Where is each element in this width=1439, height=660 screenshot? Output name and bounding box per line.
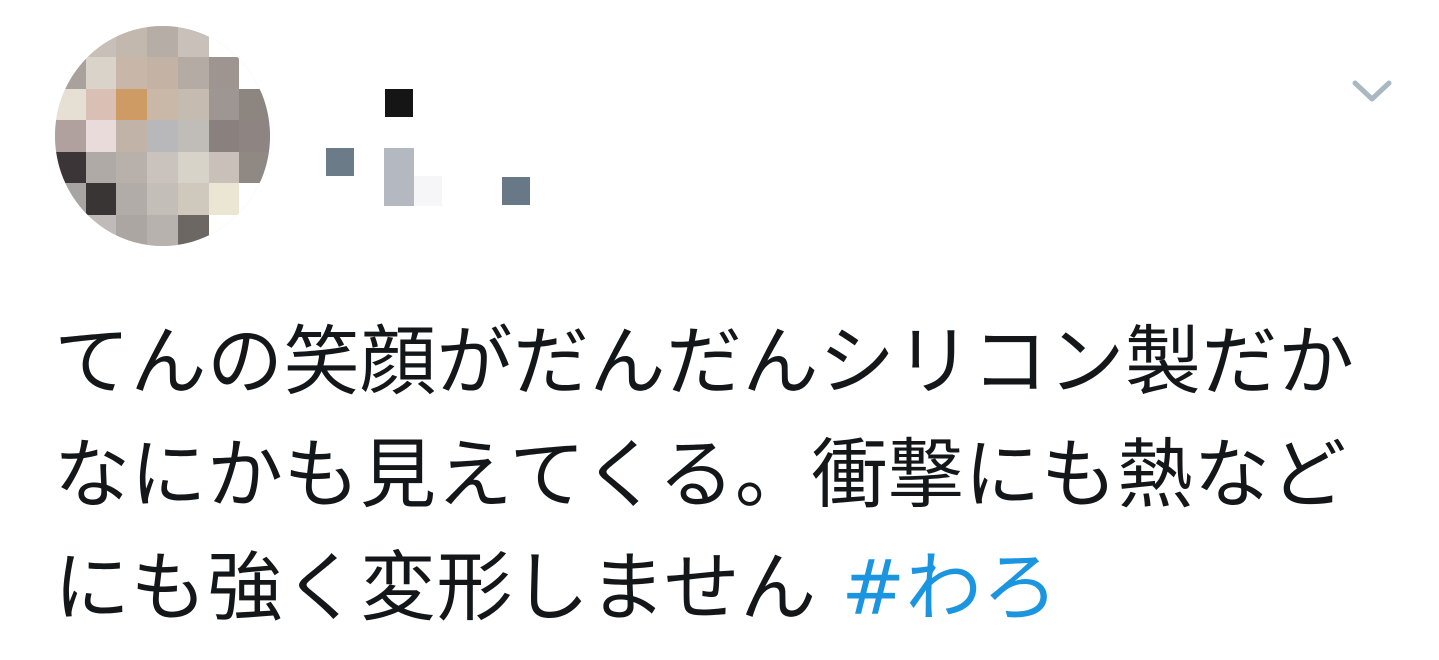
name-block	[326, 148, 354, 176]
tweet: てんの笑顔がだんだんシリコン製だかなにかも見えてくる。衝撃にも熱などにも強く変形…	[0, 0, 1439, 660]
name-block	[414, 176, 442, 206]
pixelated-avatar-image	[55, 26, 270, 246]
tweet-text: てんの笑顔がだんだんシリコン製だかなにかも見えてくる。衝撃にも熱などにも強く変形…	[54, 305, 1399, 644]
display-name-pixelated[interactable]	[322, 84, 542, 214]
name-block	[385, 89, 413, 117]
name-block	[502, 177, 530, 205]
tweet-body: てんの笑顔がだんだんシリコン製だかなにかも見えてくる。衝撃にも熱などにも強く変形…	[54, 317, 1355, 632]
avatar[interactable]	[55, 26, 270, 246]
chevron-down-icon-glyph	[1352, 80, 1392, 102]
hashtag-link[interactable]: #わろ	[841, 543, 1058, 632]
chevron-down-icon[interactable]	[1345, 68, 1399, 112]
name-block	[384, 148, 414, 206]
